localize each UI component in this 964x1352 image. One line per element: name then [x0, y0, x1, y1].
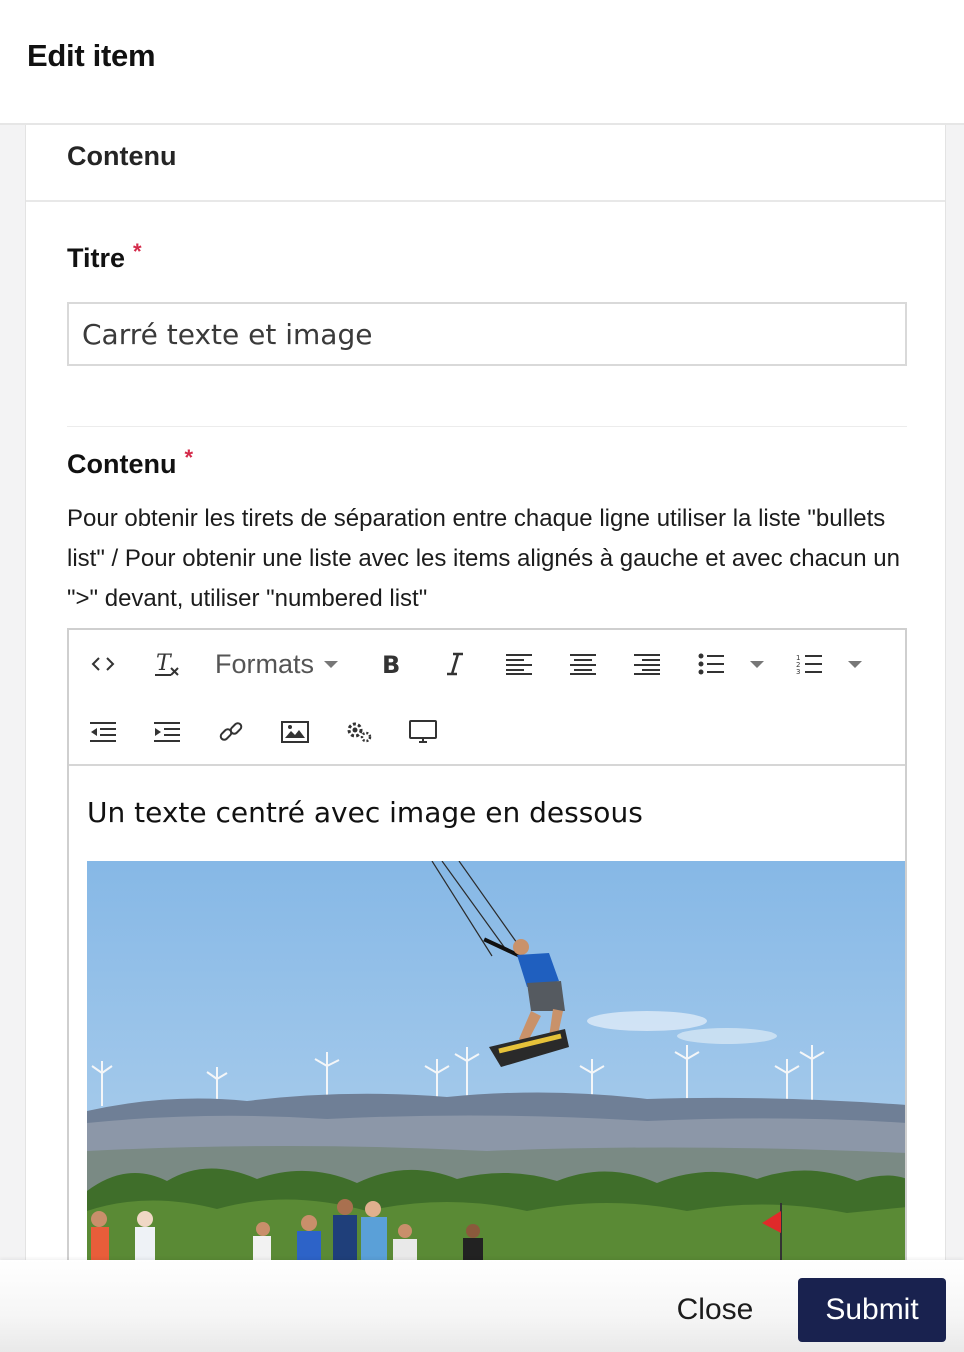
modal-header: Edit item: [0, 0, 964, 125]
editor-content-area[interactable]: Un texte centré avec image en dessous: [69, 768, 905, 1260]
title-input[interactable]: Carré texte et image: [67, 302, 907, 366]
panel-heading: Contenu: [67, 141, 177, 171]
formats-dropdown[interactable]: Formats: [215, 644, 339, 684]
align-right-icon[interactable]: [627, 644, 667, 684]
source-code-icon[interactable]: [83, 644, 123, 684]
content-label-text: Contenu: [67, 449, 177, 479]
image-icon[interactable]: [275, 712, 315, 752]
align-left-icon[interactable]: [499, 644, 539, 684]
bold-icon[interactable]: B: [371, 644, 411, 684]
required-marker: *: [184, 445, 194, 470]
numbered-list-dropdown[interactable]: [843, 644, 867, 684]
outdent-icon[interactable]: [83, 712, 123, 752]
submit-button[interactable]: Submit: [798, 1278, 946, 1342]
svg-text:T: T: [156, 651, 173, 676]
close-button[interactable]: Close: [662, 1278, 768, 1342]
bullet-list-icon[interactable]: [691, 644, 731, 684]
numbered-list-icon[interactable]: 123: [789, 644, 829, 684]
field-divider: [67, 426, 907, 427]
title-label-text: Titre: [67, 243, 126, 273]
preview-icon[interactable]: [403, 712, 443, 752]
required-marker: *: [133, 239, 142, 264]
chevron-down-icon: [848, 660, 862, 668]
chevron-down-icon: [324, 660, 339, 668]
panel-header: Contenu: [26, 125, 945, 202]
settings-icon[interactable]: [339, 712, 379, 752]
align-center-icon[interactable]: [563, 644, 603, 684]
content-panel: Contenu Titre * Carré texte et image Cont…: [25, 125, 946, 1260]
rich-text-editor: T Formats B 1 2 3 Un texte centré avec i…: [67, 628, 907, 1260]
content-help-text: Pour obtenir les tirets de séparation en…: [67, 505, 900, 612]
editor-toolbar: T Formats B 1 2 3: [69, 630, 905, 766]
editor-content-text: Un texte centré avec image en dessous: [87, 796, 643, 829]
italic-icon[interactable]: [435, 644, 475, 684]
title-label: Titre *: [67, 239, 142, 274]
svg-text:3: 3: [796, 668, 800, 676]
svg-text:B: B: [382, 651, 400, 677]
link-icon[interactable]: [211, 712, 251, 752]
modal-title: Edit item: [27, 38, 156, 73]
kitesurfer-photo[interactable]: [87, 861, 905, 1260]
formats-label: Formats: [215, 648, 315, 679]
content-label: Contenu *: [67, 445, 193, 480]
chevron-down-icon: [750, 660, 764, 668]
modal-footer: Close Submit: [0, 1260, 964, 1352]
bullet-list-dropdown[interactable]: [745, 644, 769, 684]
indent-icon[interactable]: [147, 712, 187, 752]
clear-formatting-icon[interactable]: T: [147, 644, 187, 684]
